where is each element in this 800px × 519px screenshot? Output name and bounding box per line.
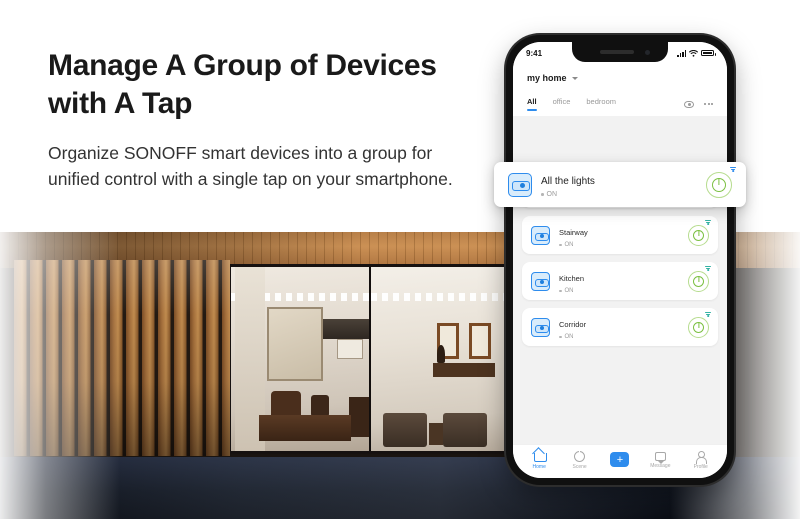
device-name: Kitchen <box>559 274 585 283</box>
interior-credenza <box>433 363 495 377</box>
device-name: Corridor <box>559 320 587 329</box>
interior-console-table <box>259 415 351 441</box>
nav-item-home[interactable]: Home <box>521 449 557 470</box>
chevron-down-icon[interactable] <box>571 76 578 80</box>
nav-item-message[interactable]: Message <box>642 450 678 469</box>
device-state-label: ON <box>564 288 574 294</box>
tab-bedroom[interactable]: bedroom <box>586 97 616 111</box>
power-button-icon[interactable] <box>706 171 732 198</box>
table-row[interactable]: Corridor ON <box>522 308 718 346</box>
wall-art-large <box>267 307 323 381</box>
status-time: 9:41 <box>526 48 543 58</box>
interior-glazing <box>228 264 514 454</box>
interior-left-pane <box>231 267 371 451</box>
cellular-signal-icon <box>677 49 686 57</box>
device-state: ON <box>559 242 688 248</box>
phone-notch <box>572 42 668 62</box>
tab-office[interactable]: office <box>553 97 571 111</box>
app-header: my home <box>513 64 727 92</box>
group-name: All the lights <box>541 176 595 187</box>
wifi-icon <box>689 49 698 57</box>
nav-item-add[interactable]: + <box>602 452 638 467</box>
more-options-icon[interactable] <box>704 103 713 105</box>
wifi-badge-icon <box>705 220 711 225</box>
nav-label-scene: Scene <box>572 463 587 470</box>
wall-art-small <box>337 339 363 359</box>
nav-label-home: Home <box>532 464 546 470</box>
power-button-icon[interactable] <box>688 270 709 292</box>
switch-toggle-icon <box>531 317 550 337</box>
device-state-label: ON <box>564 334 574 340</box>
device-info: Stairway ON <box>559 222 688 248</box>
wifi-badge-icon <box>730 167 736 172</box>
state-dot-icon <box>541 193 544 196</box>
interior-right-pane <box>371 267 511 451</box>
interior-side-table <box>429 423 443 445</box>
promo-copy: Manage A Group of Devices with A Tap Org… <box>48 47 468 193</box>
home-name-label[interactable]: my home <box>527 73 567 83</box>
state-dot-icon <box>559 289 562 293</box>
photo-left-fade <box>0 232 120 519</box>
home-icon <box>533 449 547 462</box>
message-icon <box>654 452 666 464</box>
nav-label-profile: Profile <box>693 463 708 470</box>
power-button-icon[interactable] <box>688 316 709 338</box>
switch-toggle-icon <box>508 172 532 197</box>
nav-label-message: Message <box>650 463 671 469</box>
nav-item-scene[interactable]: Scene <box>562 448 598 470</box>
battery-icon <box>701 50 716 56</box>
wifi-badge-icon <box>705 266 711 271</box>
state-dot-icon <box>559 335 562 339</box>
device-state: ON <box>559 288 688 294</box>
power-button-icon[interactable] <box>688 224 709 246</box>
nav-item-profile[interactable]: Profile <box>683 450 719 470</box>
interior-object <box>311 395 329 417</box>
profile-icon <box>695 450 708 464</box>
table-row[interactable]: Stairway ON <box>522 216 718 254</box>
device-name: Stairway <box>559 228 588 237</box>
page-title: Manage A Group of Devices with A Tap <box>48 49 437 120</box>
phone-screen: 9:41 my home All office bedroom Stairway… <box>513 42 727 478</box>
framed-picture-b <box>469 323 491 359</box>
bottom-navigation: Home Scene + Message Profile <box>513 444 727 478</box>
room-tabs: All office bedroom <box>513 92 727 116</box>
eye-icon[interactable] <box>684 100 694 108</box>
interior-armchair-a <box>383 413 427 447</box>
group-state: ON <box>541 191 706 198</box>
front-camera <box>645 50 650 55</box>
device-state: ON <box>559 334 688 340</box>
highlighted-group-card[interactable]: All the lights ON <box>494 162 746 207</box>
scene-icon <box>574 448 586 462</box>
earpiece-speaker <box>600 50 634 54</box>
interior-ceiling-lights-right <box>371 293 511 301</box>
interior-cabinet <box>349 397 369 437</box>
device-info: Corridor ON <box>559 314 688 340</box>
switch-toggle-icon <box>531 271 550 291</box>
add-icon: + <box>610 452 630 467</box>
wifi-badge-icon <box>705 312 711 317</box>
interior-armchair-b <box>443 413 487 447</box>
group-info: All the lights ON <box>541 171 706 198</box>
device-info: Kitchen ON <box>559 268 688 294</box>
switch-toggle-icon <box>531 225 550 245</box>
interior-dark-shelf <box>323 319 369 339</box>
interior-vase <box>437 345 445 363</box>
promo-description: Organize SONOFF smart devices into a gro… <box>48 142 453 190</box>
smartphone-mockup: 9:41 my home All office bedroom Stairway… <box>494 35 746 485</box>
status-indicators <box>677 49 716 57</box>
table-row[interactable]: Kitchen ON <box>522 262 718 300</box>
group-state-label: ON <box>546 191 558 198</box>
state-dot-icon <box>559 243 562 247</box>
tab-all[interactable]: All <box>527 97 537 111</box>
device-state-label: ON <box>564 242 574 248</box>
